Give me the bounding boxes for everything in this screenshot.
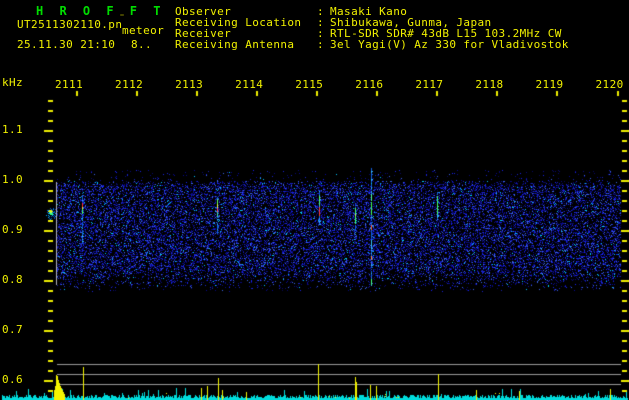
station-name: meteor	[122, 24, 165, 37]
time-label: 2117	[415, 78, 444, 91]
spectrogram-canvas	[0, 0, 629, 400]
info-row-observer: Observer : Masaki Kano	[175, 5, 629, 18]
time-label: 2116	[355, 78, 384, 91]
info-label: Receiving Antenna	[175, 38, 295, 51]
info-row-antenna: Receiving Antenna : 3el Yagi(V) Az 330 f…	[175, 38, 629, 51]
time-label: 2119	[535, 78, 564, 91]
time-label: 2120	[595, 78, 624, 91]
freq-label: 1.0	[2, 173, 24, 186]
info-value: 3el Yagi(V) Az 330 for Vladivostok	[330, 38, 569, 51]
time-label: 2115	[295, 78, 324, 91]
info-colon: :	[317, 38, 325, 51]
filename-text: UT2511302110.pn	[17, 18, 123, 31]
info-row-location: Receiving Location : Shibukawa, Gunma, J…	[175, 16, 629, 29]
time-label: 2118	[475, 78, 504, 91]
time-label: 2111	[55, 78, 84, 91]
freq-label: 0.7	[2, 323, 24, 336]
freq-label: 0.8	[2, 273, 24, 286]
datetime-text: 25.11.30 21:10	[17, 38, 116, 51]
time-label: 2114	[235, 78, 264, 91]
hrofft-screen: H R O F F T UT2511302110.pn ¨ meteor 25.…	[0, 0, 629, 400]
y-axis-unit-label: kHz	[2, 76, 24, 89]
counter-text: 8..	[131, 38, 153, 51]
time-label: 2113	[175, 78, 204, 91]
time-label: 2112	[115, 78, 144, 91]
info-row-receiver: Receiver : RTL-SDR SDR# 43dB L15 103.2MH…	[175, 27, 629, 40]
freq-label: 0.6	[2, 373, 24, 386]
freq-label: 1.1	[2, 123, 24, 136]
app-title: H R O F F T	[36, 4, 165, 18]
freq-label: 0.9	[2, 223, 24, 236]
